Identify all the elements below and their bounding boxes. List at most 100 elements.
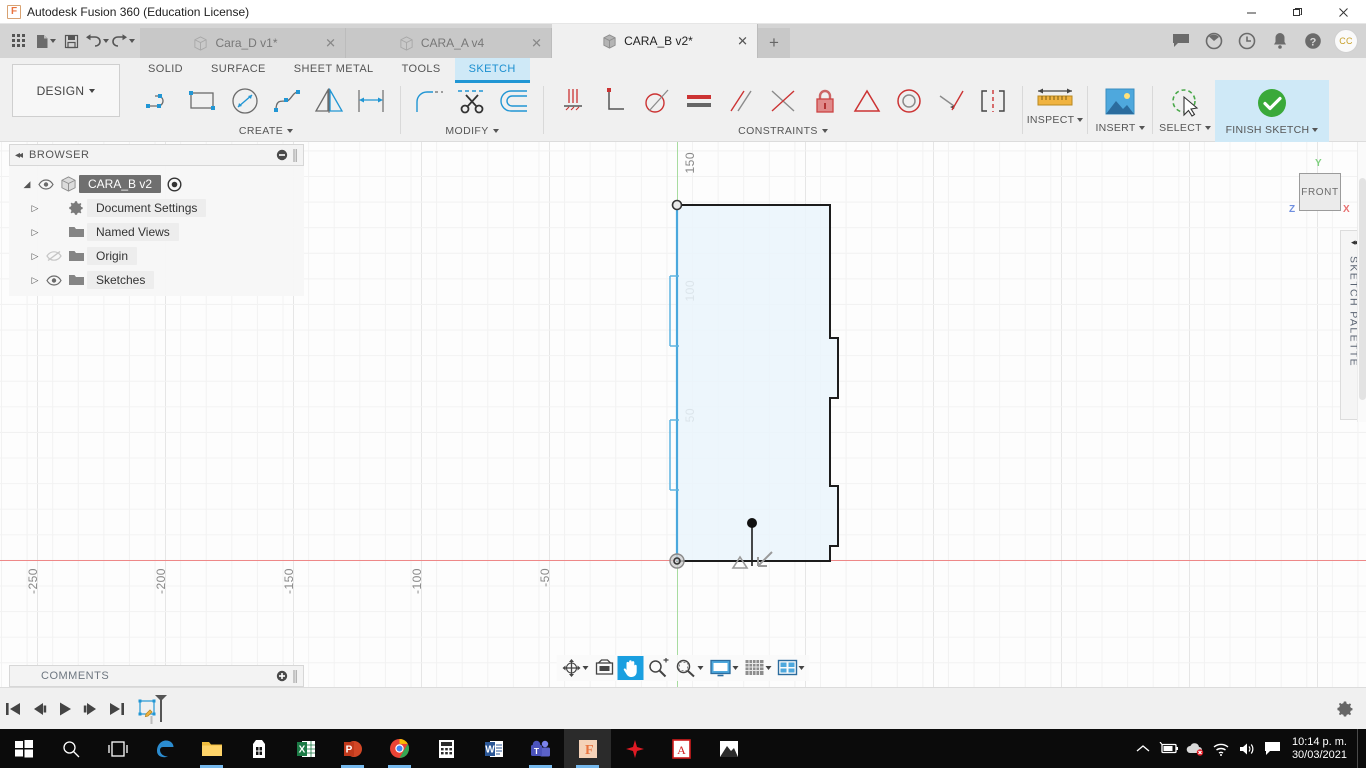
acrobat-reader-icon[interactable]: A bbox=[658, 729, 705, 768]
activate-component-icon[interactable] bbox=[167, 176, 182, 192]
volume-icon[interactable] bbox=[1234, 742, 1260, 756]
maximize-button[interactable] bbox=[1274, 0, 1320, 24]
line-icon[interactable] bbox=[140, 81, 182, 121]
document-tab-cara-a[interactable]: CARA_A v4 ✕ bbox=[346, 28, 552, 58]
scrollbar-thumb[interactable] bbox=[1359, 178, 1366, 400]
tab-surface[interactable]: SURFACE bbox=[197, 58, 280, 80]
chevron-down-icon[interactable] bbox=[49, 39, 56, 43]
grid-snaps-icon[interactable] bbox=[742, 656, 775, 680]
workspace-selector[interactable]: DESIGN bbox=[12, 64, 120, 117]
chevron-down-icon[interactable] bbox=[582, 666, 589, 670]
show-hidden-icons[interactable] bbox=[1130, 744, 1156, 754]
browser-header[interactable]: ◂◂ BROWSER bbox=[9, 144, 304, 166]
fit-icon[interactable] bbox=[672, 656, 707, 680]
pan-icon[interactable] bbox=[617, 656, 644, 680]
display-settings-icon[interactable] bbox=[707, 656, 742, 680]
close-tab-icon[interactable]: ✕ bbox=[531, 37, 542, 50]
chevron-down-icon[interactable] bbox=[732, 666, 739, 670]
chevron-down-icon[interactable] bbox=[492, 129, 499, 133]
tree-item-document-settings[interactable]: ▷ Document Settings bbox=[9, 196, 304, 220]
tree-item-origin[interactable]: ▷ Origin bbox=[9, 244, 304, 268]
concentric-icon[interactable] bbox=[888, 81, 930, 121]
calculator-icon[interactable] bbox=[423, 729, 470, 768]
orbit-icon[interactable] bbox=[559, 656, 592, 680]
inspect-button[interactable]: INSPECT bbox=[1025, 80, 1085, 142]
expander-icon[interactable]: ◢ bbox=[19, 179, 35, 190]
task-view-icon[interactable] bbox=[94, 729, 141, 768]
perpendicular-icon[interactable] bbox=[594, 81, 636, 121]
spline-icon[interactable] bbox=[266, 81, 308, 121]
parallel-icon[interactable] bbox=[720, 81, 762, 121]
tree-item-named-views[interactable]: ▷ Named Views bbox=[9, 220, 304, 244]
collapse-palette-icon[interactable]: ◂◂ bbox=[1351, 237, 1358, 248]
chevron-down-icon[interactable] bbox=[129, 39, 135, 43]
step-forward-icon[interactable] bbox=[78, 694, 104, 724]
expander-icon[interactable]: ▷ bbox=[27, 251, 43, 262]
document-tab-cara-b[interactable]: CARA_B v2* ✕ bbox=[552, 24, 758, 58]
excel-icon[interactable]: X bbox=[282, 729, 329, 768]
tree-item-cara-b[interactable]: ◢ CARA_B v2 bbox=[9, 172, 304, 196]
close-button[interactable] bbox=[1320, 0, 1366, 24]
wifi-icon[interactable] bbox=[1208, 742, 1234, 756]
sketch-dimension-icon[interactable] bbox=[350, 81, 392, 121]
play-icon[interactable] bbox=[52, 694, 78, 724]
offset-icon[interactable] bbox=[493, 81, 535, 121]
finish-sketch-button[interactable]: FINISH SKETCH bbox=[1215, 80, 1329, 142]
midpoint-icon[interactable] bbox=[762, 81, 804, 121]
timeline-settings-icon[interactable] bbox=[1336, 700, 1354, 718]
circle-icon[interactable] bbox=[224, 81, 266, 121]
battery-icon[interactable] bbox=[1156, 742, 1182, 755]
tangent-arc-icon[interactable] bbox=[636, 81, 678, 121]
skip-to-end-icon[interactable] bbox=[104, 694, 130, 724]
job-status-icon[interactable] bbox=[1197, 24, 1230, 58]
comments-icon[interactable] bbox=[1164, 24, 1197, 58]
skip-to-start-icon[interactable] bbox=[0, 694, 26, 724]
chevron-down-icon[interactable] bbox=[1312, 128, 1319, 132]
tangent-icon[interactable] bbox=[846, 81, 888, 121]
search-icon[interactable] bbox=[47, 729, 94, 768]
rectangle-icon[interactable] bbox=[182, 81, 224, 121]
visibility-eye-icon[interactable] bbox=[35, 178, 57, 190]
tab-sheet-metal[interactable]: SHEET METAL bbox=[280, 58, 388, 80]
new-tab-button[interactable]: + bbox=[758, 28, 790, 58]
equal-icon[interactable] bbox=[678, 81, 720, 121]
taskbar-clock[interactable]: 10:14 p. m. 30/03/2021 bbox=[1286, 736, 1357, 762]
file-explorer-icon[interactable] bbox=[188, 729, 235, 768]
chevron-down-icon[interactable] bbox=[1204, 126, 1211, 130]
chevron-down-icon[interactable] bbox=[1138, 126, 1145, 130]
save-icon[interactable] bbox=[58, 28, 84, 54]
chevron-down-icon[interactable] bbox=[798, 666, 805, 670]
look-at-icon[interactable] bbox=[592, 656, 618, 680]
trim-icon[interactable] bbox=[451, 81, 493, 121]
chrome-icon[interactable] bbox=[376, 729, 423, 768]
tab-solid[interactable]: SOLID bbox=[134, 58, 197, 80]
chevron-down-icon[interactable] bbox=[821, 129, 828, 133]
visibility-off-icon[interactable] bbox=[43, 250, 65, 262]
show-desktop-button[interactable] bbox=[1357, 729, 1364, 768]
action-center-icon[interactable] bbox=[1260, 741, 1286, 756]
chevron-down-icon[interactable] bbox=[1077, 118, 1084, 122]
edge-icon[interactable] bbox=[141, 729, 188, 768]
app-grid-icon[interactable] bbox=[6, 28, 32, 54]
insert-button[interactable]: INSERT bbox=[1090, 80, 1150, 142]
fillet-icon[interactable] bbox=[409, 81, 451, 121]
collinear-icon[interactable] bbox=[930, 81, 972, 121]
visibility-eye-icon[interactable] bbox=[43, 274, 65, 286]
close-tab-icon[interactable]: ✕ bbox=[325, 37, 336, 50]
comments-panel[interactable]: COMMENTS bbox=[9, 665, 304, 687]
horizontal-vertical-icon[interactable] bbox=[552, 81, 594, 121]
word-icon[interactable]: W bbox=[470, 729, 517, 768]
notifications-icon[interactable] bbox=[1263, 24, 1296, 58]
photos-icon[interactable] bbox=[705, 729, 752, 768]
expander-icon[interactable]: ▷ bbox=[27, 275, 43, 286]
close-tab-icon[interactable]: ✕ bbox=[737, 35, 748, 48]
microsoft-store-icon[interactable] bbox=[235, 729, 282, 768]
view-cube-face[interactable]: FRONT bbox=[1299, 173, 1341, 211]
tab-tools[interactable]: TOOLS bbox=[388, 58, 455, 80]
account-avatar[interactable]: CC bbox=[1334, 29, 1358, 53]
canvas-scrollbar[interactable] bbox=[1357, 142, 1366, 422]
expander-icon[interactable]: ▷ bbox=[27, 203, 43, 214]
recent-icon[interactable] bbox=[1230, 24, 1263, 58]
onedrive-offline-icon[interactable] bbox=[1182, 742, 1208, 756]
teams-icon[interactable]: T bbox=[517, 729, 564, 768]
